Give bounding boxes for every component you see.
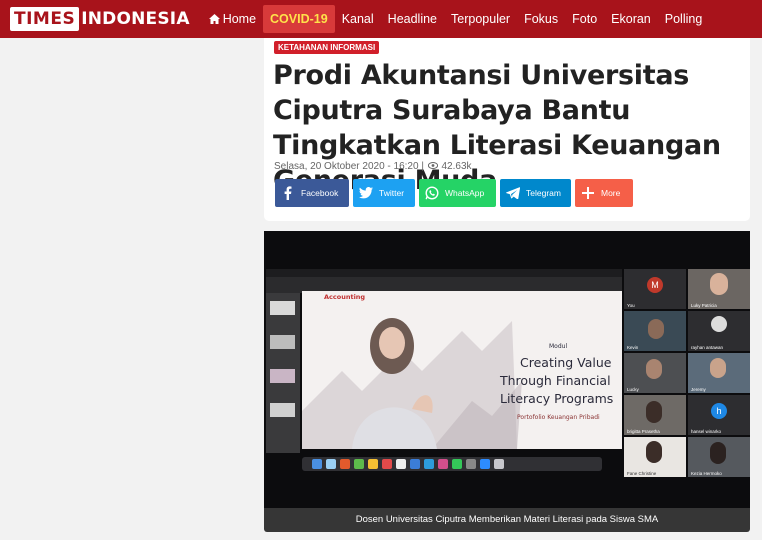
article-date: Selasa, 20 Oktober 2020 - 16:20 | <box>274 161 424 172</box>
nav-foto[interactable]: Foto <box>565 5 604 33</box>
participant-name: Lucky <box>627 387 639 392</box>
participant-name: rayhan antawan <box>691 345 724 350</box>
photo-slide-line2: Through Financial <box>500 373 611 388</box>
share-buttons: Facebook Twitter WhatsApp Telegram More <box>275 179 633 207</box>
nav-ekoran[interactable]: Ekoran <box>604 5 658 33</box>
share-facebook-button[interactable]: Facebook <box>275 179 349 207</box>
photo-thumb <box>270 403 295 417</box>
participant-name: Fane Christine <box>627 471 657 476</box>
participant-tile: Kezia Hermoko <box>688 437 750 477</box>
telegram-icon <box>506 187 520 199</box>
view-count: 42.63k <box>441 161 472 172</box>
photo-presentation-slide: Accounting Modul Creating Value Through … <box>302 291 622 449</box>
site-logo[interactable]: TIMES INDONESIA <box>10 6 190 32</box>
participant-tile: Jeremy <box>688 353 750 393</box>
top-navbar: TIMES INDONESIA Home COVID-19 Kanal Head… <box>0 0 762 38</box>
nav-home-label: Home <box>222 12 257 26</box>
participant-tile: h hansel winarko <box>688 395 750 435</box>
article-photo[interactable]: Accounting Modul Creating Value Through … <box>264 231 750 508</box>
article-title: Prodi Akuntansi Universitas Ciputra Sura… <box>273 60 721 196</box>
participant-name: Jeremy <box>691 387 706 392</box>
participant-tile: brigitta Prasetha <box>624 395 686 435</box>
nav-covid19[interactable]: COVID-19 <box>263 5 335 33</box>
share-telegram-label: Telegram <box>526 188 561 198</box>
photo-participant-grid: M You Luky Patricia Kevin rayhan antawan… <box>624 269 750 477</box>
participant-tile: Lucky <box>624 353 686 393</box>
twitter-icon <box>359 187 373 199</box>
photo-mac-dock <box>302 457 602 471</box>
share-telegram-button[interactable]: Telegram <box>500 179 571 207</box>
home-icon <box>208 14 220 24</box>
share-whatsapp-button[interactable]: WhatsApp <box>419 179 496 207</box>
share-whatsapp-label: WhatsApp <box>445 188 485 198</box>
nav-terpopuler[interactable]: Terpopuler <box>444 5 517 33</box>
photo-thumb <box>270 301 295 315</box>
photo-slide-line3: Literacy Programs <box>500 391 614 406</box>
photo-slide-graphic <box>302 318 522 449</box>
participant-name: Kevin <box>627 345 639 350</box>
photo-slide-subtitle: Portofolio Keuangan Pribadi <box>517 414 600 421</box>
photo-thumb <box>270 369 295 383</box>
participant-tile: Kevin <box>624 311 686 351</box>
share-more-button[interactable]: More <box>575 179 633 207</box>
participant-name: Luky Patricia <box>691 303 717 308</box>
participant-name: hansel winarko <box>691 429 722 434</box>
share-more-label: More <box>601 188 621 198</box>
nav-fokus[interactable]: Fokus <box>517 5 565 33</box>
share-facebook-label: Facebook <box>301 188 339 198</box>
participant-name: Kezia Hermoko <box>691 471 722 476</box>
whatsapp-icon <box>425 186 439 200</box>
plus-icon <box>582 187 594 199</box>
participant-name: You <box>627 303 635 308</box>
main-nav: Home COVID-19 Kanal Headline Terpopuler … <box>202 0 710 38</box>
participant-tile: Fane Christine <box>624 437 686 477</box>
participant-tile: Luky Patricia <box>688 269 750 309</box>
logo-indonesia: INDONESIA <box>81 9 190 29</box>
photo-caption: Dosen Universitas Ciputra Memberikan Mat… <box>264 508 750 532</box>
participant-tile: M You <box>624 269 686 309</box>
category-badge[interactable]: KETAHANAN INFORMASI <box>274 41 380 54</box>
photo-slide-line1: Creating Value <box>520 355 612 370</box>
photo-mac-menubar <box>266 269 622 277</box>
article-meta: Selasa, 20 Oktober 2020 - 16:20 | 42.63k <box>274 161 472 172</box>
photo-slide-thumbnails <box>266 293 300 453</box>
participant-tile: rayhan antawan <box>688 311 750 351</box>
logo-times: TIMES <box>10 7 80 31</box>
nav-home[interactable]: Home <box>202 5 263 33</box>
participant-name: brigitta Prasetha <box>627 429 660 434</box>
facebook-icon <box>284 186 292 200</box>
photo-slide-module: Modul <box>549 343 568 350</box>
eye-icon <box>427 162 438 169</box>
photo-thumb <box>270 335 295 349</box>
article-header-card: KETAHANAN INFORMASI Prodi Akuntansi Univ… <box>264 38 750 221</box>
nav-polling[interactable]: Polling <box>658 5 710 33</box>
nav-kanal[interactable]: Kanal <box>335 5 381 33</box>
share-twitter-button[interactable]: Twitter <box>353 179 415 207</box>
photo-slide-tag: Accounting <box>324 293 366 301</box>
nav-headline[interactable]: Headline <box>381 5 444 33</box>
share-twitter-label: Twitter <box>379 188 405 198</box>
